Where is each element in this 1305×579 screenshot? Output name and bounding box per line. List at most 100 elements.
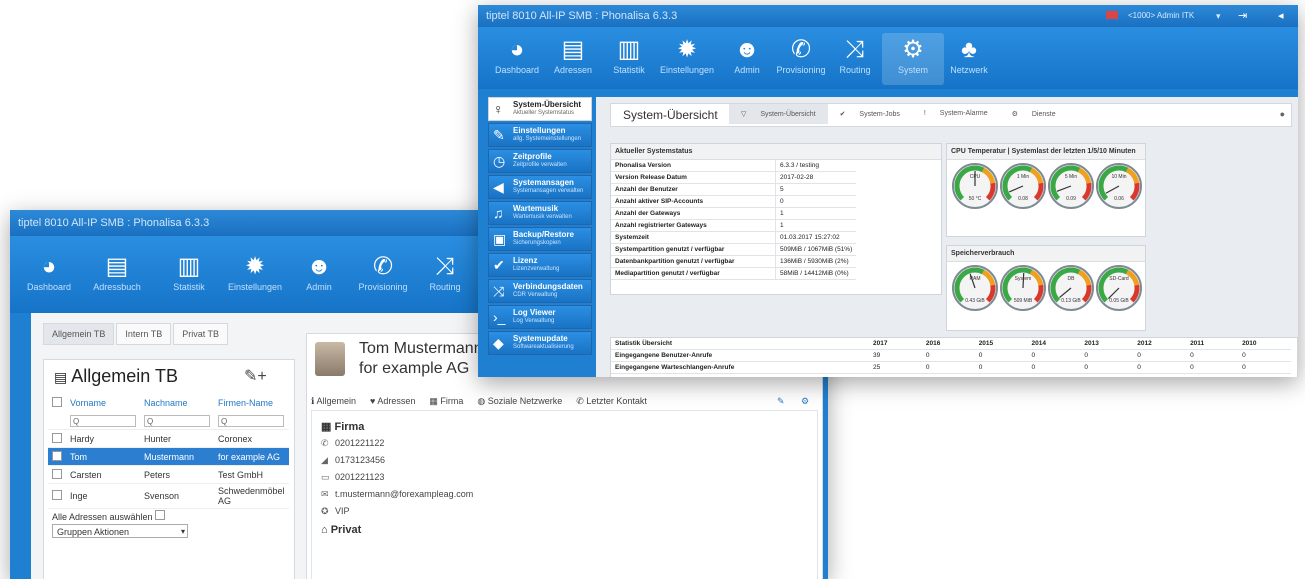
- filter-last-name-input[interactable]: Q: [144, 414, 210, 427]
- select-all-addresses: Alle Adressen auswählen: [52, 510, 166, 522]
- statistics-value: 0: [974, 349, 1028, 362]
- collapse-icon[interactable]: ◂: [1278, 5, 1284, 27]
- gauge-value: 50 °C: [969, 196, 982, 202]
- tab-privat-tb[interactable]: Privat TB: [173, 323, 229, 345]
- signal-icon: ◢: [321, 455, 328, 465]
- home-icon: ⌂: [321, 524, 328, 536]
- toolbar-settings[interactable]: ✹ Einstellungen: [224, 252, 286, 293]
- tab-firma[interactable]: ▦ Firma: [429, 396, 463, 407]
- gauge-value: 0.43 GiB: [965, 298, 985, 304]
- info-icon: ℹ: [311, 396, 315, 406]
- sidebar-item-log-viewer[interactable]: ›_ Log Viewer Log Verwaltung: [488, 305, 592, 329]
- toolbar-statistics[interactable]: ▥ Statistik: [598, 35, 660, 76]
- toolbar-provisioning[interactable]: ✆ Provisioning: [352, 252, 414, 293]
- status-key: Phonalisa Version: [611, 160, 776, 172]
- statistics-value: 0: [921, 361, 975, 374]
- tab-intern-tb[interactable]: Intern TB: [116, 323, 172, 345]
- logged-in-user[interactable]: <1000> Admin ITK: [1128, 5, 1194, 27]
- contact-list-panel: ▤ Allgemein TB ✎+ Vorname Nachname Firme…: [43, 359, 295, 579]
- statistics-value: 0: [1186, 349, 1239, 362]
- toolbar-provisioning[interactable]: ✆ Provisioning: [770, 35, 832, 76]
- select-all-checkbox[interactable]: [52, 397, 62, 407]
- music-icon: ♫: [493, 205, 504, 221]
- sidebar-item-backup-restore[interactable]: ▣ Backup/Restore Sicherungskopien: [488, 227, 592, 251]
- tab-system-overview[interactable]: ▽ System-Übersicht: [729, 104, 828, 124]
- tab-allgemein[interactable]: ℹ Allgemein: [311, 396, 356, 407]
- routing-icon: ⤨: [435, 253, 455, 280]
- year-header: 2014: [1027, 338, 1081, 350]
- tab-system-jobs[interactable]: ✔ System-Jobs: [828, 104, 912, 124]
- sidebar-item-time-profiles[interactable]: ◷ Zeitprofile Zeitprofile verwalten: [488, 149, 592, 173]
- toolbar-statistics[interactable]: ▥ Statistik: [158, 252, 220, 293]
- phone-icon: ✆: [576, 396, 584, 406]
- logout-icon[interactable]: ⇥: [1238, 5, 1247, 27]
- tab-social[interactable]: ◍ Soziale Netzwerke: [477, 396, 562, 407]
- row-checkbox[interactable]: [52, 468, 62, 479]
- toolbar-settings[interactable]: ✹ Einstellungen: [656, 35, 718, 76]
- status-row: Systemzeit 01.03.2017 15:27:02: [611, 231, 857, 244]
- toolbar-routing[interactable]: ⤨ Routing: [824, 35, 886, 76]
- tab-system-alarms[interactable]: ! System-Alarme: [912, 104, 1000, 124]
- sidebar-item-license[interactable]: ✔ Lizenz Lizenzverwaltung: [488, 253, 592, 277]
- building-icon: ▦: [321, 421, 332, 433]
- tab-last-contact[interactable]: ✆ Letzter Kontakt: [576, 396, 647, 407]
- table-row[interactable]: Hardy Hunter Coronex: [48, 429, 289, 448]
- sidebar-item-hold-music[interactable]: ♫ Wartemusik Wartemusik verwalten: [488, 201, 592, 225]
- status-key: Datenbankpartition genutzt / verfügbar: [611, 255, 776, 268]
- sidebar-item-system-overview[interactable]: ♀ System-Übersicht Aktueller Systemstatus: [488, 97, 592, 121]
- wrench-add-icon[interactable]: ✎+: [244, 366, 267, 386]
- tab-allgemein-tb[interactable]: Allgemein TB: [43, 323, 115, 345]
- toolbar-dashboard[interactable]: ◕ Dashboard: [18, 252, 80, 293]
- backup-icon: ▣: [493, 231, 507, 247]
- tab-adressen[interactable]: ♥ Adressen: [370, 396, 415, 407]
- sidebar-item-connection-data[interactable]: ⤨ Verbindungsdaten CDR Verwaltung: [488, 279, 592, 303]
- megaphone-icon: ◀: [493, 179, 504, 195]
- row-checkbox[interactable]: [52, 450, 62, 461]
- toolbar-address-book[interactable]: ▤ Adressbuch: [86, 252, 148, 293]
- sidebar-item-announcements[interactable]: ◀ Systemansagen Systemansagen verwalten: [488, 175, 592, 199]
- address-book-tabs: Allgemein TB Intern TB Privat TB: [43, 323, 229, 345]
- user-menu-chevron-icon[interactable]: ▾: [1216, 5, 1221, 27]
- statistics-value: 0: [921, 349, 975, 362]
- contact-email[interactable]: ✉ t.mustermann@forexampleag.com: [321, 489, 473, 500]
- toolbar-routing[interactable]: ⤨ Routing: [414, 252, 476, 293]
- table-row-selected[interactable]: Tom Mustermann for example AG: [48, 447, 289, 466]
- toolbar-system[interactable]: ⚙ System: [882, 33, 944, 85]
- filter-company-input[interactable]: Q: [218, 414, 284, 427]
- toolbar-addresses[interactable]: ▤ Adressen: [542, 35, 604, 76]
- toolbar-dashboard[interactable]: ◕ Dashboard: [486, 35, 548, 76]
- gauge: System 509 MiB: [1000, 265, 1046, 311]
- table-row[interactable]: Carsten Peters Test GmbH: [48, 465, 289, 484]
- row-checkbox[interactable]: [52, 490, 62, 500]
- gauge: CPU 50 °C: [952, 163, 998, 209]
- settings-icon[interactable]: ⚙: [801, 396, 809, 407]
- select-all-addresses-checkbox[interactable]: [155, 510, 166, 520]
- column-header-last-name[interactable]: Nachname: [140, 394, 214, 412]
- statistics-value: 25: [869, 361, 922, 374]
- system-overview-window: tiptel 8010 All-IP SMB : Phonalisa 6.3.3…: [478, 5, 1298, 377]
- sidebar-item-system-update[interactable]: ◆ Systemupdate Softwareaktualisierung: [488, 331, 592, 355]
- avatar: [315, 342, 345, 376]
- contact-phone: ✆ 0201221122: [321, 438, 385, 448]
- table-row[interactable]: Inge Svenson Schwedenmöbel AG: [48, 483, 289, 509]
- toolbar-admin[interactable]: ☻ Admin: [288, 252, 350, 293]
- edit-icon[interactable]: ✎: [777, 396, 785, 407]
- column-header-company[interactable]: Firmen-Name: [214, 394, 289, 412]
- row-checkbox[interactable]: [52, 432, 62, 443]
- gauge: RAM 0.43 GiB: [952, 265, 998, 311]
- filter-first-name-input[interactable]: Q: [70, 414, 136, 427]
- gauge-value: 0.09: [1066, 196, 1076, 202]
- group-actions-select[interactable]: Gruppen Aktionen ▾: [52, 524, 188, 538]
- sidebar-item-settings[interactable]: ✎ Einstellungen allg. Systemeinstellungen: [488, 123, 592, 147]
- statistics-value: 0: [1238, 361, 1291, 374]
- check-icon: ✔: [839, 111, 846, 118]
- help-icon[interactable]: ●: [1280, 109, 1285, 119]
- address-book-icon: ▤: [561, 36, 585, 63]
- toolbar-network[interactable]: ♣ Netzwerk: [938, 35, 1000, 76]
- status-row: Version Release Datum 2017-02-28: [611, 171, 857, 184]
- tab-services[interactable]: ⚙ Dienste: [1000, 104, 1068, 124]
- toolbar-admin[interactable]: ☻ Admin: [716, 35, 778, 76]
- status-row: Anzahl der Gateways 1: [611, 207, 857, 220]
- statistics-row: Eingegangene Benutzer-Anrufe 39 0 0 0 0 0 0 0: [611, 349, 1291, 362]
- column-header-first-name[interactable]: Vorname: [66, 394, 140, 412]
